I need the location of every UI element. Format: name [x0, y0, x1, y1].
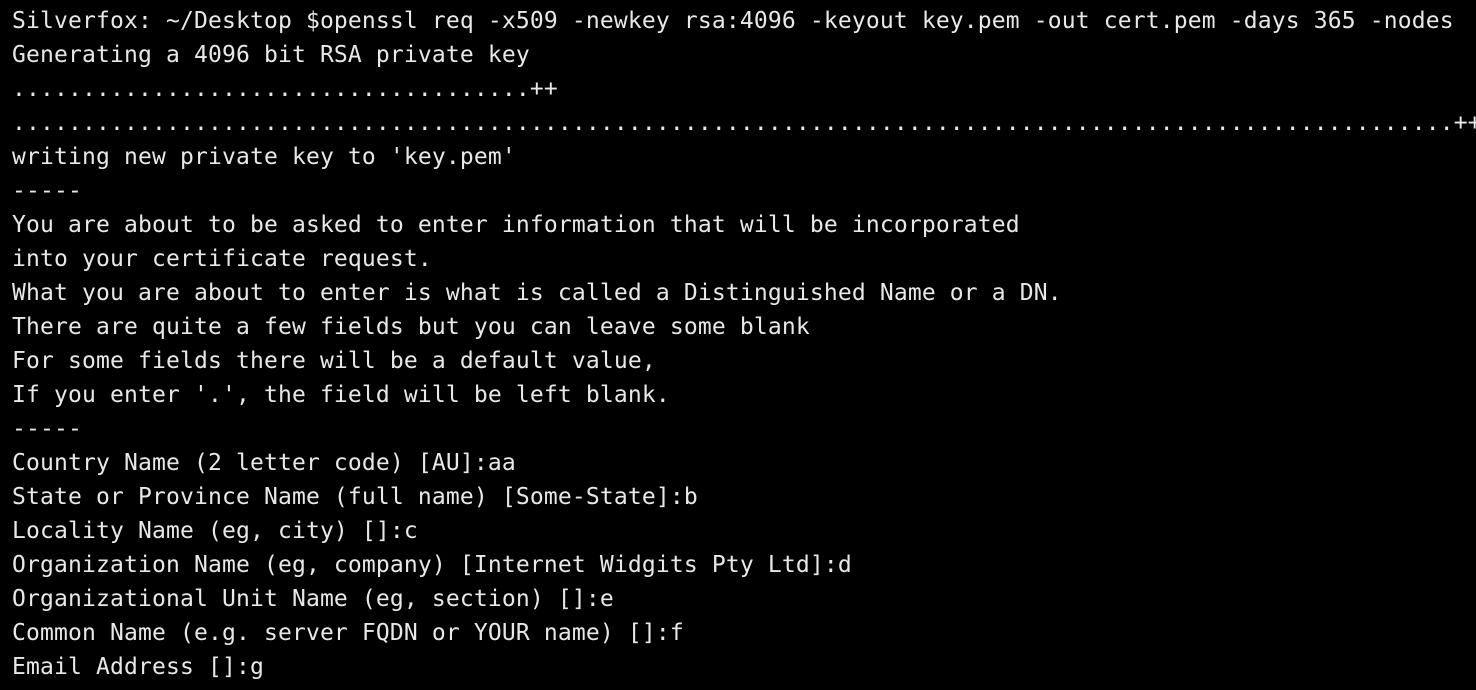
- output-line: There are quite a few fields but you can…: [12, 314, 810, 340]
- prompt-locality-name: Locality Name (eg, city) []:c: [12, 518, 418, 544]
- prompt-common-name: Common Name (e.g. server FQDN or YOUR na…: [12, 620, 684, 646]
- separator-line: -----: [12, 416, 82, 442]
- progress-line: ........................................…: [12, 110, 1476, 136]
- prompt-country-name: Country Name (2 letter code) [AU]:aa: [12, 450, 516, 476]
- output-line: You are about to be asked to enter infor…: [12, 212, 1020, 238]
- output-line: If you enter '.', the field will be left…: [12, 382, 670, 408]
- output-line: What you are about to enter is what is c…: [12, 280, 1062, 306]
- separator-line: -----: [12, 178, 82, 204]
- prompt-state-name: State or Province Name (full name) [Some…: [12, 484, 698, 510]
- output-line: writing new private key to 'key.pem': [12, 144, 516, 170]
- progress-line: .....................................++: [12, 76, 558, 102]
- output-line: into your certificate request.: [12, 246, 432, 272]
- command-line: Silverfox: ~/Desktop $openssl req -x509 …: [12, 8, 1454, 34]
- terminal-output: Silverfox: ~/Desktop $openssl req -x509 …: [12, 4, 1476, 684]
- prompt-organization-name: Organization Name (eg, company) [Interne…: [12, 552, 852, 578]
- prompt-email-address[interactable]: Email Address []:g: [12, 650, 1476, 684]
- output-line: For some fields there will be a default …: [12, 348, 656, 374]
- terminal-window[interactable]: Silverfox: ~/Desktop $openssl req -x509 …: [0, 0, 1476, 690]
- prompt-organizational-unit: Organizational Unit Name (eg, section) […: [12, 586, 614, 612]
- output-line: Generating a 4096 bit RSA private key: [12, 42, 530, 68]
